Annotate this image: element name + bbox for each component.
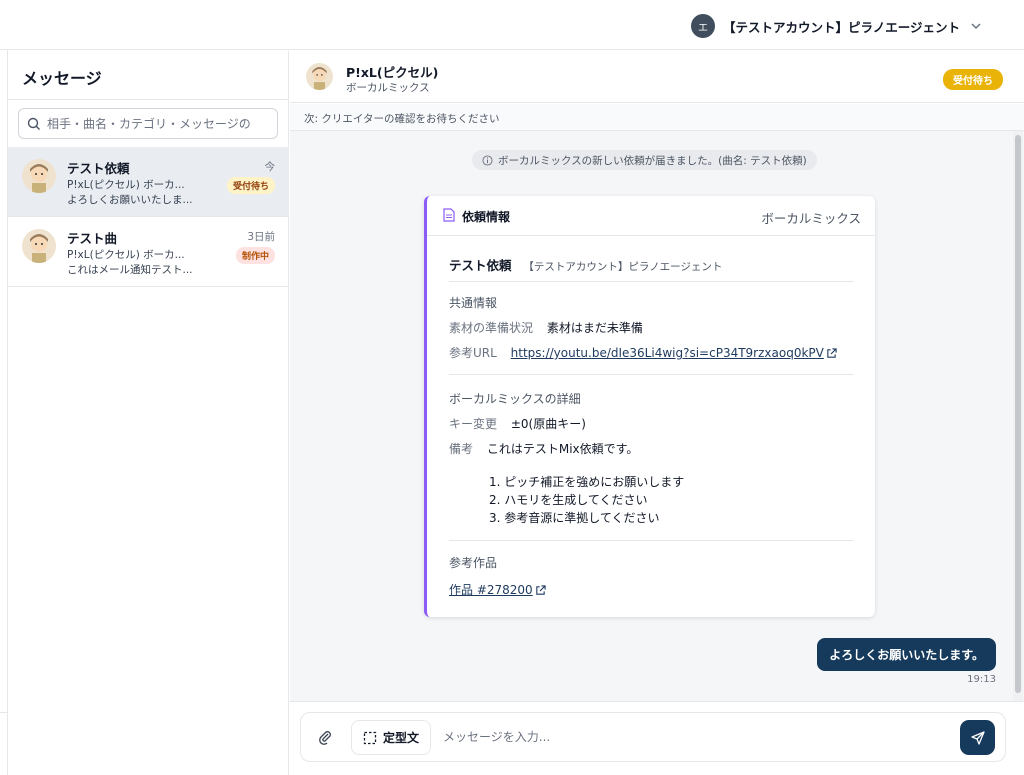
ref-url-link[interactable]: https://youtu.be/dIe36Li4wig?si=cP34T9rz… [511, 346, 824, 360]
account-menu[interactable]: エ 【テストアカウント】ピラノエージェント [690, 14, 984, 38]
material-value: 素材はまだ未準備 [546, 321, 643, 335]
chat-header: P!xL(ピクセル) ボーカルミックス 受付待ち [290, 51, 1024, 103]
message-time: 19:13 [967, 674, 996, 685]
creator-name: P!xL(ピクセル) [346, 65, 439, 80]
system-message: ボーカルミックスの新しい依頼が届きました。(曲名: テスト依頼) [472, 150, 817, 170]
conversation-title: テスト依頼 [67, 161, 130, 176]
card-type: ボーカルミックス [761, 211, 861, 226]
my-message-bubble: よろしくお願いいたします。 [817, 638, 996, 671]
conversation-preview: よろしくお願いいたしま... [67, 194, 193, 206]
divider [8, 99, 289, 100]
scrollbar-thumb[interactable] [1015, 135, 1021, 693]
avatar [22, 229, 56, 263]
scrollbar[interactable] [1013, 131, 1023, 701]
card-title: 依頼情報 [462, 210, 511, 224]
notes-item: 1. ピッチ補正を強めにお願いします [489, 475, 685, 489]
send-button[interactable] [960, 720, 995, 755]
material-label: 素材の準備状況 [449, 321, 534, 335]
avatar [306, 63, 333, 90]
conversation-item[interactable]: テスト曲 P!xL(ピクセル) ボーカ... これはメール通知テスト... 3日… [8, 217, 289, 287]
notes-label: 備考 [449, 442, 474, 456]
next-step-bar: 次: クリエイターの確認をお待ちください [290, 104, 1024, 131]
message-list[interactable]: ボーカルミックスの新しい依頼が届きました。(曲名: テスト依頼) 依頼情報 ボー… [290, 131, 1024, 701]
request-account: 【テストアカウント】ピラノエージェント [523, 261, 723, 273]
system-message-text: ボーカルミックスの新しい依頼が届きました。(曲名: テスト依頼) [498, 154, 807, 167]
chat-panel: P!xL(ピクセル) ボーカルミックス 受付待ち 次: クリエイターの確認をお待… [290, 51, 1024, 775]
notes-intro: これはテストMix依頼です。 [486, 442, 639, 456]
template-button[interactable]: 定型文 [351, 720, 431, 755]
template-icon [363, 731, 377, 744]
search-box[interactable] [18, 108, 278, 139]
request-title: テスト依頼 [449, 258, 512, 273]
key-row: キー変更 ±0(原曲キー) [449, 415, 586, 432]
request-info-card: 依頼情報 ボーカルミックス テスト依頼 【テストアカウント】ピラノエージェント … [424, 196, 875, 617]
template-button-label: 定型文 [382, 731, 419, 745]
ref-url-row: 参考URL https://youtu.be/dIe36Li4wig?si=cP… [449, 344, 837, 361]
card-header: 依頼情報 ボーカルミックス [427, 196, 875, 236]
sidebar-title: メッセージ [22, 69, 102, 88]
key-value: ±0(原曲キー) [510, 417, 586, 431]
divider [0, 712, 8, 713]
document-icon [443, 208, 455, 222]
info-icon [482, 154, 493, 166]
conversation-time: 今 [264, 161, 276, 173]
status-badge: 制作中 [235, 247, 275, 264]
ref-work-row: 作品 #278200 [449, 581, 546, 598]
material-row: 素材の準備状況 素材はまだ未準備 [449, 319, 643, 336]
ref-url-label: 参考URL [449, 346, 497, 360]
external-link-icon [535, 585, 546, 595]
creator-category: ボーカルミックス [346, 82, 430, 94]
divider [449, 540, 854, 541]
avatar [22, 159, 56, 193]
notes-row: 備考 これはテストMix依頼です。 [449, 440, 638, 457]
left-edge-rail [0, 50, 8, 775]
message-input[interactable] [443, 725, 943, 749]
paperclip-icon[interactable] [317, 729, 333, 745]
detail-title: ボーカルミックスの詳細 [449, 392, 581, 406]
conversation-title: テスト曲 [67, 231, 118, 246]
ref-work-title: 参考作品 [449, 556, 498, 570]
chevron-down-icon [971, 23, 981, 30]
request-heading: テスト依頼 【テストアカウント】ピラノエージェント [449, 255, 722, 274]
common-info-title: 共通情報 [449, 296, 498, 310]
notes-item: 2. ハモリを生成してください [489, 493, 648, 507]
status-badge: 受付待ち [226, 177, 275, 194]
conversation-time: 3日前 [247, 231, 275, 243]
conversation-preview: これはメール通知テスト... [67, 264, 193, 276]
conversation-subtitle: P!xL(ピクセル) ボーカ... [67, 249, 185, 261]
top-bar: エ 【テストアカウント】ピラノエージェント [0, 0, 1024, 50]
composer-box: 定型文 [300, 712, 1006, 762]
notes-list: 1. ピッチ補正を強めにお願いします 2. ハモリを生成してください 3. 参考… [489, 473, 684, 527]
search-icon [27, 117, 40, 130]
key-label: キー変更 [449, 417, 498, 431]
external-link-icon [827, 348, 837, 358]
send-icon [970, 730, 985, 745]
notes-item: 3. 参考音源に準拠してください [489, 511, 660, 525]
conversation-item[interactable]: テスト依頼 P!xL(ピクセル) ボーカ... よろしくお願いいたしま... 今… [8, 147, 289, 217]
divider [449, 374, 854, 375]
conversation-sidebar: メッセージ テスト依頼 P!xL(ピクセル) ボーカ... よろしくお願いいたし… [8, 51, 289, 775]
account-avatar: エ [690, 14, 715, 38]
search-input[interactable] [47, 116, 267, 131]
divider [449, 281, 854, 282]
message-composer: 定型文 [290, 701, 1024, 775]
conversation-subtitle: P!xL(ピクセル) ボーカ... [67, 179, 185, 191]
status-badge: 受付待ち [943, 69, 1003, 90]
account-name: 【テストアカウント】ピラノエージェント [722, 19, 960, 35]
ref-work-link[interactable]: 作品 #278200 [449, 583, 533, 597]
